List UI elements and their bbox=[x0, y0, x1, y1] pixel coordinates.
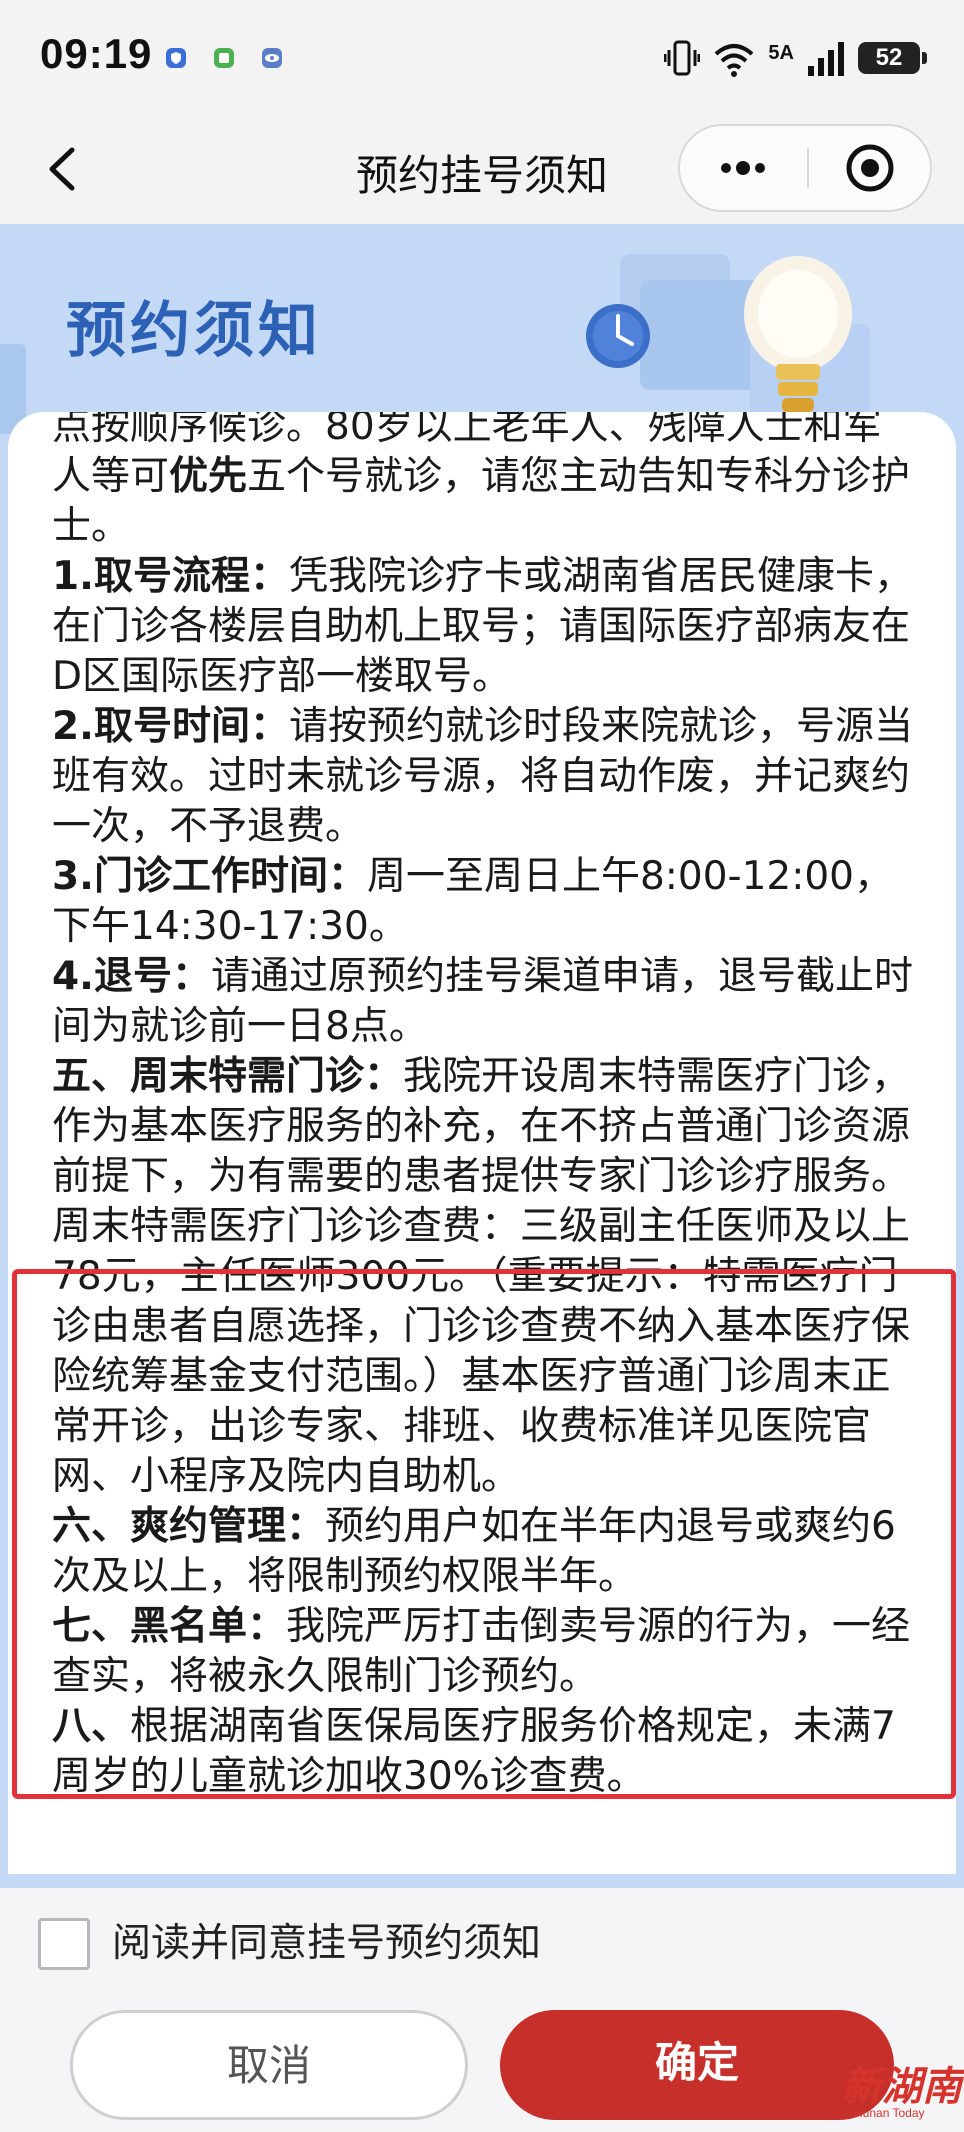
signal-icon bbox=[808, 42, 844, 76]
notice-banner: 预约须知 点按顺序候诊。80岁以上老年人、残障人士和军人等可优先五个号就诊，请您… bbox=[0, 224, 964, 1888]
notice-heading-text: 优先 bbox=[169, 454, 248, 499]
nav-bar: 预约挂号须知 bbox=[0, 118, 964, 224]
app-notification-icon bbox=[214, 48, 234, 68]
status-indicators: 5A 52 bbox=[664, 38, 927, 78]
notice-paragraph: 1.取号流程：凭我院诊疗卡或湖南省居民健康卡，在门诊各楼层自助机上取号；请国际医… bbox=[52, 552, 920, 702]
notice-paragraph: 点按顺序候诊。80岁以上老年人、残障人士和军人等可优先五个号就诊，请您主动告知专… bbox=[52, 412, 920, 552]
notice-heading-text: 五、周末特需门诊： bbox=[52, 1054, 404, 1099]
notice-paragraph: 五、周末特需门诊：我院开设周末特需医疗门诊，作为基本医疗服务的补充，在不挤占普通… bbox=[52, 1052, 920, 1502]
capsule-divider bbox=[807, 148, 809, 188]
status-bar: 09:19 5A 52 bbox=[0, 0, 964, 118]
wifi-icon bbox=[715, 44, 754, 77]
notice-heading-text: 六、爽约管理： bbox=[52, 1504, 326, 1549]
notice-paragraph: 2.取号时间：请按预约就诊时段来院就诊，号源当班有效。过时未就诊号源，将自动作废… bbox=[52, 702, 920, 852]
notice-heading-text: 3.门诊工作时间： bbox=[52, 854, 367, 899]
notice-heading-text: 2.取号时间： bbox=[52, 704, 289, 749]
notice-content: 点按顺序候诊。80岁以上老年人、残障人士和军人等可优先五个号就诊，请您主动告知专… bbox=[52, 412, 920, 1802]
network-type: 5A bbox=[768, 42, 794, 64]
banner-title: 预约须知 bbox=[66, 296, 322, 366]
watermark-logo: 新湖南 Hunan Today bbox=[812, 2048, 962, 2132]
more-icon[interactable] bbox=[680, 126, 806, 210]
notice-heading-text: 八、 bbox=[52, 1704, 131, 1749]
notice-paragraph: 3.门诊工作时间：周一至周日上午8:00-12:00，下午14:30-17:30… bbox=[52, 852, 920, 952]
notice-body-text: 我院开设周末特需医疗门诊，作为基本医疗服务的补充，在不挤占普通门诊资源前提下，为… bbox=[52, 1054, 911, 1499]
agree-label[interactable]: 阅读并同意挂号预约须知 bbox=[112, 1918, 541, 1970]
cancel-button[interactable]: 取消 bbox=[70, 2010, 468, 2120]
notice-paragraph: 4.退号：请通过原预约挂号渠道申请，退号截止时间为就诊前一日8点。 bbox=[52, 952, 920, 1052]
notice-card: 点按顺序候诊。80岁以上老年人、残障人士和军人等可优先五个号就诊，请您主动告知专… bbox=[8, 412, 956, 1874]
close-target-icon[interactable] bbox=[810, 126, 930, 210]
battery-icon: 52 bbox=[858, 42, 927, 74]
notice-paragraph: 八、根据湖南省医保局医疗服务价格规定，未满7周岁的儿童就诊加收30%诊查费。 bbox=[52, 1702, 920, 1802]
watermark-logo-subtext: Hunan Today bbox=[854, 2106, 925, 2120]
notice-heading-text: 1.取号流程： bbox=[52, 554, 289, 599]
notice-heading-text: 4.退号： bbox=[52, 954, 211, 999]
shield-notification-icon bbox=[166, 48, 186, 68]
notice-paragraph: 六、爽约管理：预约用户如在半年内退号或爽约6次及以上，将限制预约权限半年。 bbox=[52, 1502, 920, 1602]
watermark-logo-text: 新湖南 bbox=[842, 2064, 962, 2110]
eye-notification-icon bbox=[262, 48, 282, 68]
status-time: 09:19 bbox=[40, 30, 153, 77]
notice-paragraph: 七、黑名单：我院严厉打击倒卖号源的行为，一经查实，将被永久限制门诊预约。 bbox=[52, 1602, 920, 1702]
vibrate-icon bbox=[664, 40, 701, 76]
mini-program-capsule bbox=[678, 124, 932, 212]
agree-checkbox[interactable] bbox=[38, 1918, 90, 1970]
notice-heading-text: 七、黑名单： bbox=[52, 1604, 287, 1649]
notice-body-text: 根据湖南省医保局医疗服务价格规定，未满7周岁的儿童就诊加收30%诊查费。 bbox=[52, 1704, 896, 1799]
